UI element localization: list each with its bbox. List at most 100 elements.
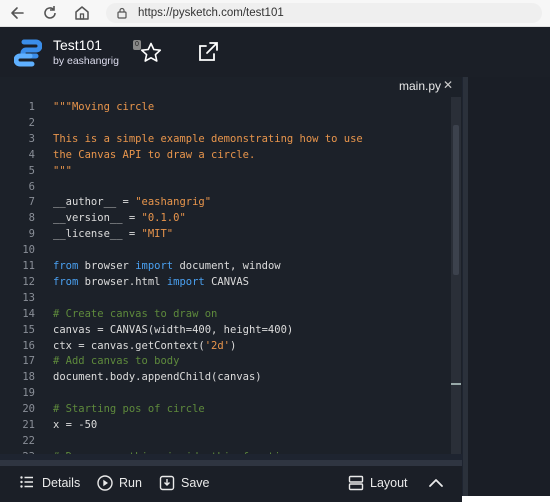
scrollbar-marker bbox=[451, 383, 461, 385]
line-number: 17 bbox=[22, 355, 35, 368]
line-number: 4 bbox=[28, 148, 35, 161]
line-number: 7 bbox=[28, 196, 35, 209]
star-icon bbox=[140, 42, 162, 62]
save-label: Save bbox=[181, 476, 210, 490]
url-text: https://pysketch.com/test101 bbox=[138, 7, 284, 19]
code-text: # Starting pos of circle bbox=[53, 403, 205, 416]
code-line[interactable]: 17 # Add canvas to body bbox=[0, 353, 450, 369]
code-line[interactable]: 8 __version__ = "0.1.0" bbox=[0, 210, 450, 226]
star-button[interactable]: 0 bbox=[133, 40, 163, 66]
external-link-icon bbox=[199, 42, 218, 61]
code-text: # Add canvas to body bbox=[53, 355, 180, 368]
code-line[interactable]: 16 ctx = canvas.getContext('2d') bbox=[0, 338, 450, 354]
code-line[interactable]: 18 document.body.appendChild(canvas) bbox=[0, 369, 450, 385]
code-line[interactable]: 23 # Draw everything inside this function… bbox=[0, 449, 450, 454]
code-line[interactable]: 19 bbox=[0, 385, 450, 401]
pysketch-app: Test101 by eashangrig 0 main.py ✕ 1 """Mo… bbox=[0, 27, 550, 502]
refresh-icon[interactable] bbox=[40, 3, 60, 23]
code-text: __license__ = "MIT" bbox=[53, 228, 174, 241]
line-number: 10 bbox=[22, 244, 35, 257]
code-line[interactable]: 20 # Starting pos of circle bbox=[0, 401, 450, 417]
line-number: 15 bbox=[22, 323, 35, 336]
code-editor[interactable]: main.py ✕ 1 """Moving circle 2 3 This is a s… bbox=[0, 77, 462, 454]
play-icon bbox=[97, 475, 113, 491]
code-text: the Canvas API to draw a circle. bbox=[53, 148, 256, 161]
line-number: 22 bbox=[22, 434, 35, 447]
code-line[interactable]: 11 from browser import document, window bbox=[0, 258, 450, 274]
code-line[interactable]: 13 bbox=[0, 290, 450, 306]
code-text: This is a simple example demonstrating h… bbox=[53, 132, 363, 145]
run-button[interactable]: Run bbox=[97, 472, 147, 494]
code-text: # Create canvas to draw on bbox=[53, 307, 218, 320]
details-button[interactable]: Details bbox=[20, 472, 80, 494]
line-number: 9 bbox=[28, 228, 35, 241]
back-icon[interactable] bbox=[8, 3, 28, 23]
code-text: from browser import document, window bbox=[53, 260, 281, 272]
layout-icon bbox=[348, 475, 364, 491]
code-line[interactable]: 21 x = -50 bbox=[0, 417, 450, 433]
code-text: # Draw everything inside this function. bbox=[53, 449, 300, 454]
code-line[interactable]: 6 bbox=[0, 179, 450, 195]
layout-label: Layout bbox=[370, 476, 408, 490]
line-number: 18 bbox=[22, 371, 35, 384]
line-number: 16 bbox=[22, 339, 35, 352]
code-text: from browser.html import CANVAS bbox=[53, 275, 250, 288]
line-number: 19 bbox=[22, 387, 35, 400]
code-line[interactable]: 14 # Create canvas to draw on bbox=[0, 306, 450, 322]
line-number: 14 bbox=[22, 307, 35, 320]
line-number: 8 bbox=[28, 212, 35, 225]
run-label: Run bbox=[119, 476, 142, 490]
pysketch-logo-icon[interactable] bbox=[14, 39, 42, 67]
line-number: 20 bbox=[22, 403, 35, 416]
code-text: x = -50 bbox=[53, 419, 98, 431]
code-line[interactable]: 3 This is a simple example demonstrating … bbox=[0, 131, 450, 147]
code-line[interactable]: 2 bbox=[0, 115, 450, 131]
scrollbar-thumb[interactable] bbox=[453, 125, 459, 275]
line-number: 6 bbox=[28, 180, 35, 193]
details-label: Details bbox=[42, 476, 81, 490]
line-number: 23 bbox=[0, 449, 35, 454]
editor-scrollbar[interactable] bbox=[451, 97, 461, 454]
close-tab-icon[interactable]: ✕ bbox=[443, 78, 453, 92]
line-number: 5 bbox=[28, 164, 35, 177]
app-header: Test101 by eashangrig 0 bbox=[0, 27, 550, 77]
code-text: __version__ = "0.1.0" bbox=[53, 212, 186, 225]
collapse-button[interactable] bbox=[427, 472, 447, 494]
code-text: """ bbox=[53, 164, 72, 177]
code-line[interactable]: 4 the Canvas API to draw a circle. bbox=[0, 147, 450, 163]
code-line[interactable]: 1 """Moving circle bbox=[0, 99, 450, 115]
lock-icon bbox=[117, 7, 127, 19]
save-icon bbox=[159, 475, 175, 491]
line-number: 12 bbox=[22, 275, 35, 288]
code-line[interactable]: 7 __author__ = "eashangrig" bbox=[0, 194, 450, 210]
code-line[interactable]: 22 bbox=[0, 433, 450, 449]
code-line[interactable]: 15 canvas = CANVAS(width=400, height=400) bbox=[0, 322, 450, 338]
browser-toolbar: https://pysketch.com/test101 bbox=[0, 0, 550, 27]
line-number: 11 bbox=[22, 260, 35, 272]
chevron-up-icon bbox=[429, 479, 443, 487]
home-icon[interactable] bbox=[72, 3, 92, 23]
list-icon bbox=[20, 476, 33, 488]
line-number: 3 bbox=[28, 132, 35, 145]
line-number: 21 bbox=[22, 419, 35, 431]
file-tab-main-py[interactable]: main.py bbox=[399, 79, 441, 93]
code-line[interactable]: 12 from browser.html import CANVAS bbox=[0, 274, 450, 290]
code-text: document.body.appendChild(canvas) bbox=[53, 371, 262, 384]
code-line[interactable]: 5 """ bbox=[0, 163, 450, 179]
project-title: Test101 bbox=[53, 37, 103, 53]
save-button[interactable]: Save bbox=[159, 472, 210, 494]
code-area[interactable]: 1 """Moving circle 2 3 This is a simple exam… bbox=[0, 97, 462, 454]
code-text: canvas = CANVAS(width=400, height=400) bbox=[53, 323, 294, 336]
address-bar[interactable]: https://pysketch.com/test101 bbox=[106, 3, 542, 23]
code-text: ctx = canvas.getContext('2d') bbox=[53, 339, 237, 352]
line-number: 1 bbox=[28, 101, 35, 113]
line-number: 13 bbox=[22, 291, 35, 304]
open-external-button[interactable] bbox=[196, 40, 220, 64]
layout-button[interactable]: Layout bbox=[348, 472, 408, 494]
project-author: by eashangrig bbox=[53, 55, 119, 67]
editor-tab-bar: main.py ✕ bbox=[0, 77, 462, 97]
output-pane bbox=[468, 77, 550, 496]
code-line[interactable]: 9 __license__ = "MIT" bbox=[0, 226, 450, 242]
code-line[interactable]: 10 bbox=[0, 242, 450, 258]
code-text: """Moving circle bbox=[53, 101, 155, 113]
